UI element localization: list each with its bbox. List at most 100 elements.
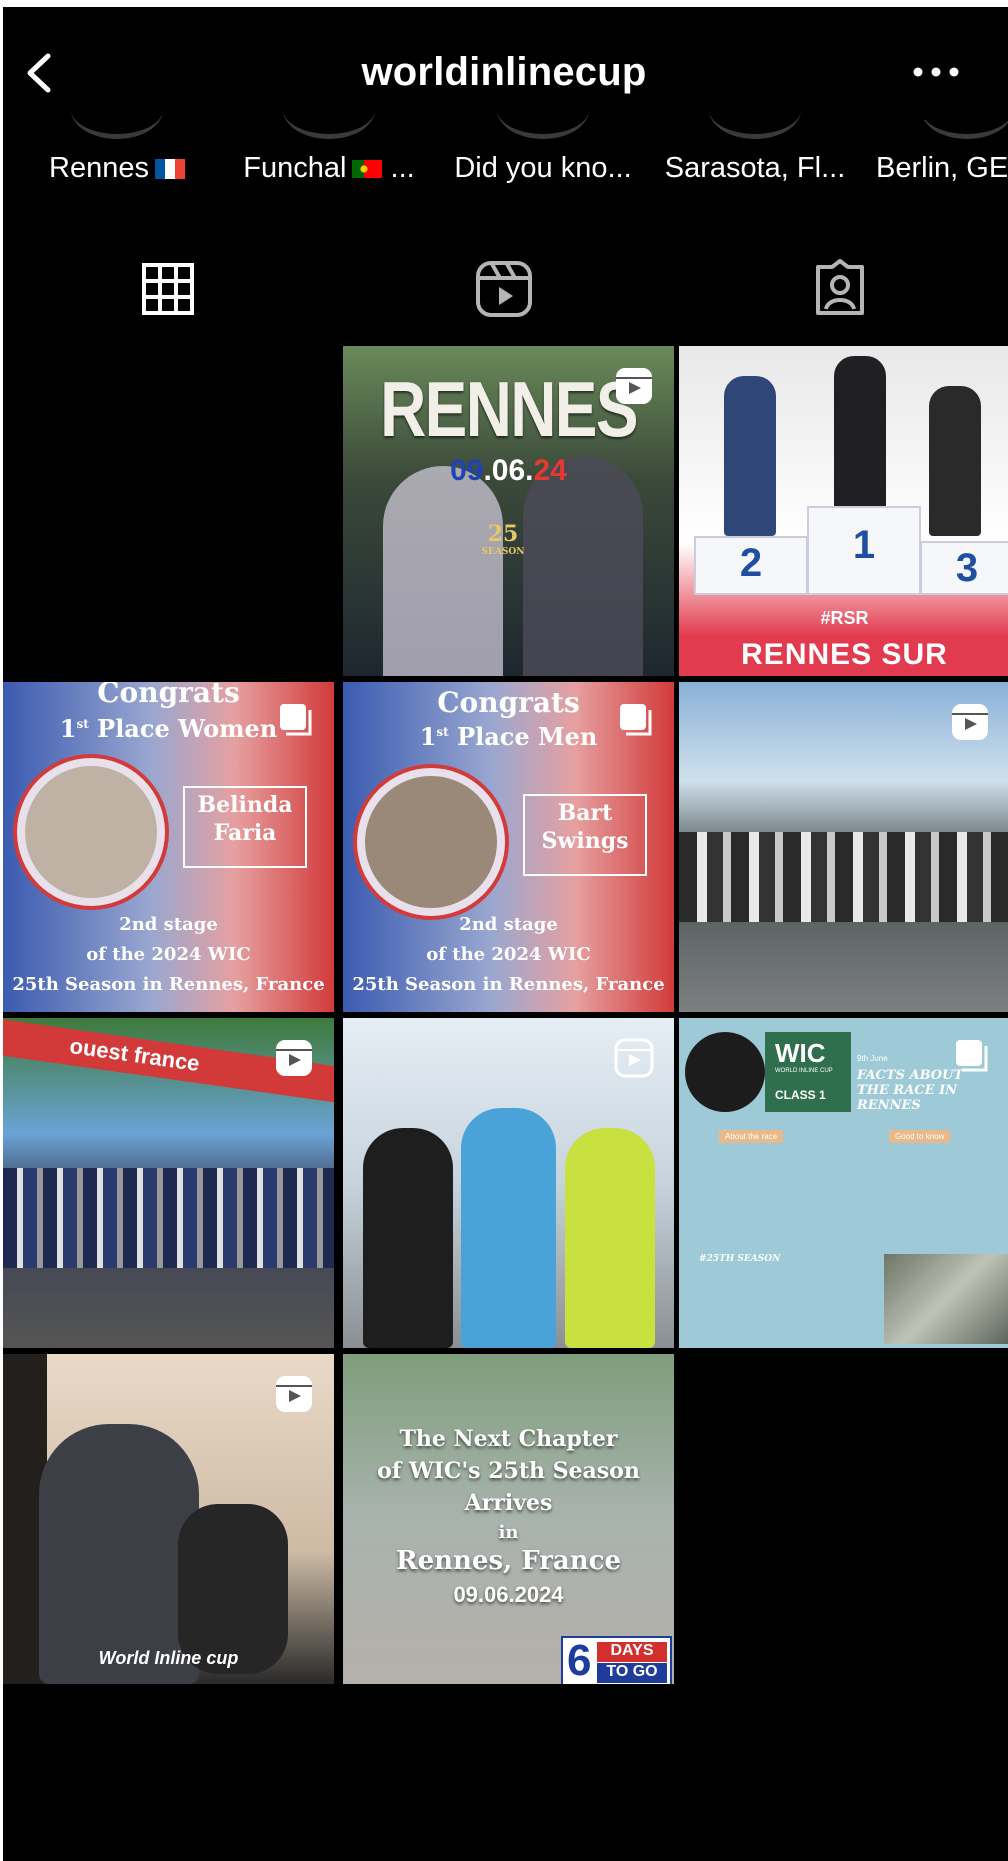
highlight-ring xyxy=(71,80,163,139)
highlight-funchal[interactable]: Funchal ... xyxy=(234,120,424,210)
grid-icon xyxy=(142,263,194,315)
athlete-figure xyxy=(724,376,776,536)
athlete-figure xyxy=(565,1128,655,1348)
caption-line-1: 2nd stage xyxy=(459,914,558,935)
tab-grid[interactable] xyxy=(0,254,336,324)
more-options-button[interactable] xyxy=(906,52,966,92)
season-heading: #25TH SEASON xyxy=(699,1254,781,1264)
athlete-figure xyxy=(363,1128,453,1348)
crowd-of-skaters xyxy=(3,1168,334,1268)
place-number: 1 xyxy=(419,722,437,751)
story-highlights: Rennes Funchal ... Did you kno... Saraso… xyxy=(0,120,1008,210)
highlight-label: Berlin, GE xyxy=(876,152,1008,184)
wic-wordmark: WIC xyxy=(775,1038,826,1068)
athlete-figure xyxy=(834,356,886,516)
place-number: 1 xyxy=(59,714,77,743)
podium-step-2: 2 xyxy=(694,536,808,595)
badge-sub: SEASON xyxy=(481,547,525,557)
profile-tabs xyxy=(0,254,1008,324)
name-frame: Bart Swings xyxy=(523,794,647,876)
post-funchal-podium-reel[interactable] xyxy=(343,1018,674,1348)
reel-indicator-icon xyxy=(614,1038,654,1078)
post-race-start-photo[interactable] xyxy=(679,682,1008,1012)
skater-figure xyxy=(523,456,643,676)
caption-line-3: 25th Season in Rennes, France xyxy=(12,974,325,995)
profile-screen: worldinlinecup Rennes Funchal ... Did yo… xyxy=(0,0,1008,1861)
class-label: CLASS 1 xyxy=(775,1088,826,1102)
post-location: Rennes, France xyxy=(395,1546,622,1576)
highlight-label-suffix: ... xyxy=(382,152,415,184)
post-rennes-reel[interactable]: RENNES 09.06.24 25 SEASON xyxy=(343,346,674,676)
highlight-ring xyxy=(497,80,589,139)
place-suffix: st xyxy=(76,717,89,731)
highlight-berlin[interactable]: Berlin, GE xyxy=(872,120,1008,210)
banner-text: ouest france xyxy=(68,1033,202,1077)
podium-number: 2 xyxy=(739,541,763,585)
banner-hashtag: #RSR xyxy=(820,608,869,628)
athlete-last-name: Faria xyxy=(213,820,277,846)
caption-line-2: of the 2024 WIC xyxy=(86,944,251,965)
season-badge: 25 SEASON xyxy=(473,521,533,581)
speaker-figure xyxy=(39,1424,199,1684)
highlight-did-you-know[interactable]: Did you kno... xyxy=(448,120,638,210)
tab-reels[interactable] xyxy=(336,254,672,324)
post-start-line-reel[interactable]: ouest france xyxy=(3,1018,334,1348)
place-text: Place Women xyxy=(97,714,278,743)
post-podium-photo[interactable]: 2 1 3 #RSR RENNES SUR ROULETTES xyxy=(679,346,1008,676)
good-to-know-tag: Good to know xyxy=(889,1130,951,1143)
post-line-1: The Next Chapter xyxy=(399,1426,618,1452)
countdown-label: DAYS xyxy=(597,1642,667,1662)
reel-indicator-icon xyxy=(616,368,652,404)
wic-subtitle: WORLD INLINE CUP xyxy=(775,1068,833,1074)
post-facts-about-race[interactable]: WIC WORLD INLINE CUP CLASS 1 9th June FA… xyxy=(679,1018,1008,1348)
race-map xyxy=(884,1254,1008,1344)
highlight-rennes[interactable]: Rennes xyxy=(22,120,212,210)
highlight-ring xyxy=(283,80,375,139)
athlete-avatar xyxy=(357,768,505,916)
athlete-avatar xyxy=(17,758,165,906)
tab-tagged[interactable] xyxy=(672,254,1008,324)
carousel-indicator-icon xyxy=(956,1040,988,1072)
date-year: 24 xyxy=(533,454,567,487)
caption-line-3: 25th Season in Rennes, France xyxy=(352,974,665,995)
podium-number: 1 xyxy=(852,523,876,567)
reel-indicator-icon xyxy=(276,1376,312,1412)
highlight-label: Funchal xyxy=(243,152,347,184)
highlight-ring xyxy=(709,80,801,139)
post-date: 09.06.24 xyxy=(343,454,674,488)
athlete-first-name: Bart xyxy=(557,800,613,826)
highlight-ring xyxy=(921,120,1008,139)
countdown-badge: 6 DAYS TO GO xyxy=(561,1636,672,1684)
post-video-message-reel[interactable]: World Inline cup xyxy=(3,1354,334,1684)
facts-heading: FACTS ABOUT THE RACE IN RENNES xyxy=(857,1068,964,1113)
about-race-tag: About the race xyxy=(719,1130,784,1143)
portugal-flag-icon xyxy=(352,160,383,178)
place-suffix: st xyxy=(436,725,449,739)
athlete-figure xyxy=(929,386,981,536)
caption-line-2: of the 2024 WIC xyxy=(426,944,591,965)
wic-logo xyxy=(685,1032,765,1112)
badge-number: 25 xyxy=(487,521,519,547)
reels-icon xyxy=(476,261,532,317)
podium-step-3: 3 xyxy=(920,541,1008,595)
post-congrats-men[interactable]: Congrats 1st Place Men Bart Swings 2nd s… xyxy=(343,682,674,1012)
post-line-4: in xyxy=(498,1522,519,1543)
date-month: .06. xyxy=(483,454,534,487)
post-next-chapter[interactable]: The Next Chapter of WIC's 25th Season Ar… xyxy=(343,1354,674,1684)
podium-step-1: 1 xyxy=(807,506,921,595)
more-dots-icon xyxy=(913,67,959,77)
podium-number: 3 xyxy=(955,546,979,590)
highlight-sarasota[interactable]: Sarasota, Fl... xyxy=(660,120,850,210)
name-frame: Belinda Faria xyxy=(183,786,307,868)
post-line-3: Arrives xyxy=(464,1490,553,1516)
athlete-first-name: Belinda xyxy=(197,792,293,818)
place-text: Place Men xyxy=(457,722,598,751)
carousel-indicator-icon xyxy=(620,704,652,736)
crowd-of-skaters xyxy=(679,832,1008,922)
post-congrats-women[interactable]: Congrats 1st Place Women Belinda Faria 2… xyxy=(3,682,334,1012)
post-title: RENNES xyxy=(380,365,638,453)
class-badge: WIC WORLD INLINE CUP CLASS 1 xyxy=(765,1032,851,1112)
banner-text: RENNES SUR ROULETTES xyxy=(741,638,948,676)
highlight-label: Sarasota, Fl... xyxy=(664,152,846,184)
reel-indicator-icon xyxy=(276,1040,312,1076)
